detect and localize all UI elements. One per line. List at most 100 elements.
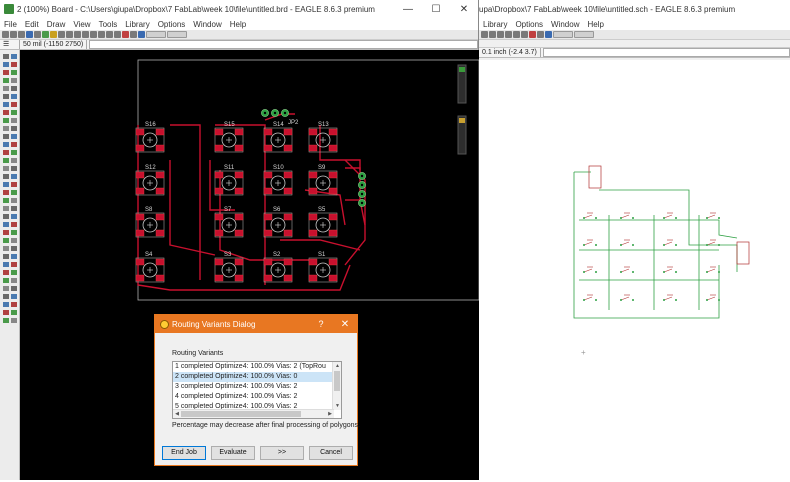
dialog-help-button[interactable]: ? xyxy=(309,319,333,329)
tool-palette-icon[interactable] xyxy=(11,70,17,75)
script-icon[interactable] xyxy=(50,31,57,38)
tool-palette-icon[interactable] xyxy=(11,86,17,91)
menu-draw[interactable]: Draw xyxy=(43,20,70,29)
tool-palette-icon[interactable] xyxy=(3,166,9,171)
board-titlebar[interactable]: 2 (100%) Board - C:\Users\giupa\Dropbox\… xyxy=(0,0,478,18)
list-item[interactable]: 4 completed Optimize4: 100.0% Vias: 2 xyxy=(173,392,333,402)
tool-palette-icon[interactable] xyxy=(3,246,9,251)
tool-palette-icon[interactable] xyxy=(11,190,17,195)
next-variant-button[interactable]: >> xyxy=(260,446,304,460)
menu-view[interactable]: View xyxy=(69,20,94,29)
list-vertical-scrollbar[interactable]: ▲ ▼ xyxy=(332,362,341,410)
tool-palette-icon[interactable] xyxy=(3,118,9,123)
tool-palette-icon[interactable] xyxy=(11,150,17,155)
tool-palette-icon[interactable] xyxy=(11,262,17,267)
scroll-up-icon[interactable]: ▲ xyxy=(333,362,341,370)
tool-palette-icon[interactable] xyxy=(3,62,9,67)
tool-palette-icon[interactable] xyxy=(3,270,9,275)
tool-palette-icon[interactable] xyxy=(3,286,9,291)
tool-palette-icon[interactable] xyxy=(11,166,17,171)
schematic-command-input[interactable] xyxy=(542,48,790,57)
tool-palette-icon[interactable] xyxy=(11,134,17,139)
tool-palette-icon[interactable] xyxy=(11,198,17,203)
tool-palette-icon[interactable] xyxy=(3,230,9,235)
list-item[interactable]: 1 completed Optimize4: 100.0% Vias: 2 (T… xyxy=(173,362,333,372)
tool-palette-icon[interactable] xyxy=(3,110,9,115)
tool-palette-icon[interactable] xyxy=(11,110,17,115)
tool-palette-icon[interactable] xyxy=(3,70,9,75)
sch-zoom-out-icon[interactable] xyxy=(489,31,496,38)
tool-palette-icon[interactable] xyxy=(3,222,9,227)
tool-palette-icon[interactable] xyxy=(3,310,9,315)
sch-menu-window[interactable]: Window xyxy=(547,20,583,29)
sch-undo-icon[interactable] xyxy=(513,31,520,38)
tool-palette-icon[interactable] xyxy=(11,302,17,307)
schematic-titlebar[interactable]: upa\Dropbox\7 FabLab\week 10\file\untitl… xyxy=(479,0,790,18)
redraw-icon[interactable] xyxy=(98,31,105,38)
menu-edit[interactable]: Edit xyxy=(21,20,43,29)
menu-tools[interactable]: Tools xyxy=(95,20,122,29)
tool-palette-icon[interactable] xyxy=(11,310,17,315)
tool-palette-icon[interactable] xyxy=(3,54,9,59)
tool-palette-icon[interactable] xyxy=(3,126,9,131)
sch-grid-selector[interactable] xyxy=(574,31,594,38)
tool-palette-icon[interactable] xyxy=(11,142,17,147)
tool-palette-icon[interactable] xyxy=(3,214,9,219)
sch-zoom-select-icon[interactable] xyxy=(497,31,504,38)
sch-menu-library[interactable]: Library xyxy=(479,20,511,29)
tool-palette-icon[interactable] xyxy=(3,206,9,211)
sch-redo-icon[interactable] xyxy=(521,31,528,38)
list-item-selected[interactable]: 2 completed Optimize4: 100.0% Vias: 0 xyxy=(173,372,333,382)
tool-palette-icon[interactable] xyxy=(11,126,17,131)
sch-menu-help[interactable]: Help xyxy=(583,20,607,29)
dialog-close-button[interactable]: ✕ xyxy=(333,319,357,330)
tool-palette-icon[interactable] xyxy=(3,294,9,299)
schematic-icon[interactable] xyxy=(42,31,49,38)
tool-palette-icon[interactable] xyxy=(3,158,9,163)
tool-palette-icon[interactable] xyxy=(3,278,9,283)
tool-palette-icon[interactable] xyxy=(3,198,9,203)
board-command-input[interactable] xyxy=(89,40,478,49)
print-icon[interactable] xyxy=(18,31,25,38)
tool-palette-icon[interactable] xyxy=(11,278,17,283)
ulp-icon[interactable] xyxy=(58,31,65,38)
routing-variants-list[interactable]: 1 completed Optimize4: 100.0% Vias: 2 (T… xyxy=(172,361,342,419)
tool-palette-icon[interactable] xyxy=(3,174,9,179)
tool-palette-icon[interactable] xyxy=(3,238,9,243)
tool-palette-icon[interactable] xyxy=(3,134,9,139)
dialog-titlebar[interactable]: Routing Variants Dialog ? ✕ xyxy=(155,315,357,333)
tool-palette-icon[interactable] xyxy=(3,94,9,99)
sch-redraw-icon[interactable] xyxy=(505,31,512,38)
tool-palette-icon[interactable] xyxy=(3,302,9,307)
tool-palette-icon[interactable] xyxy=(11,62,17,67)
tool-palette-icon[interactable] xyxy=(11,78,17,83)
menu-file[interactable]: File xyxy=(0,20,21,29)
redo-icon[interactable] xyxy=(114,31,121,38)
scroll-down-icon[interactable]: ▼ xyxy=(333,402,341,410)
stop-icon[interactable] xyxy=(122,31,129,38)
tool-palette-icon[interactable] xyxy=(11,182,17,187)
zoom-fit-icon[interactable] xyxy=(66,31,73,38)
layer-selector[interactable] xyxy=(146,31,166,38)
horizontal-scroll-thumb[interactable] xyxy=(181,411,301,417)
minimize-button[interactable]: — xyxy=(394,4,422,15)
tool-palette-icon[interactable] xyxy=(11,206,17,211)
save-icon[interactable] xyxy=(10,31,17,38)
tool-palette-icon[interactable] xyxy=(3,190,9,195)
zoom-in-icon[interactable] xyxy=(74,31,81,38)
grid-selector[interactable] xyxy=(167,31,187,38)
tool-palette-icon[interactable] xyxy=(3,318,9,323)
sch-stop-icon[interactable] xyxy=(529,31,536,38)
tool-palette-icon[interactable] xyxy=(11,158,17,163)
cancel-button[interactable]: Cancel xyxy=(309,446,353,460)
tool-palette-icon[interactable] xyxy=(11,222,17,227)
go-icon[interactable] xyxy=(130,31,137,38)
tool-palette-icon[interactable] xyxy=(3,262,9,267)
tool-palette-icon[interactable] xyxy=(11,102,17,107)
scroll-left-icon[interactable]: ◀ xyxy=(173,410,181,418)
tool-palette-icon[interactable] xyxy=(11,94,17,99)
zoom-out-icon[interactable] xyxy=(82,31,89,38)
maximize-button[interactable]: ☐ xyxy=(422,4,450,15)
close-window-button[interactable]: ✕ xyxy=(450,4,478,15)
scroll-right-icon[interactable]: ▶ xyxy=(326,410,334,418)
